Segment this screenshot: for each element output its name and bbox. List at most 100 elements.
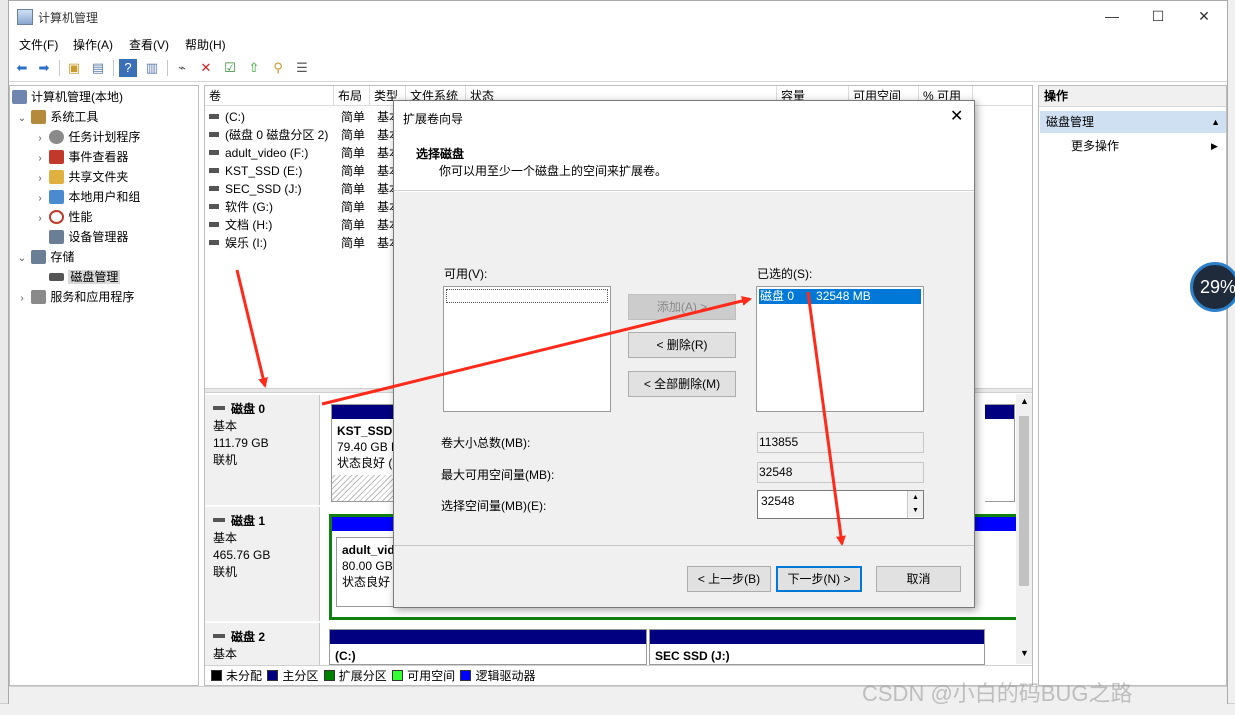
disk-0-info[interactable]: 磁盘 0 基本 111.79 GB 联机 xyxy=(205,395,320,505)
chevron-down-icon[interactable]: ⌄ xyxy=(16,249,28,269)
chevron-right-icon[interactable]: › xyxy=(34,149,46,169)
tree-item-services-apps[interactable]: › 服务和应用程序 xyxy=(16,287,134,307)
submenu-arrow-icon[interactable]: ▶ xyxy=(1211,136,1218,156)
chevron-right-icon[interactable]: › xyxy=(16,289,28,309)
total-size-label: 卷大小总数(MB): xyxy=(441,436,531,450)
tree-item-disk-management[interactable]: 磁盘管理 xyxy=(34,267,121,287)
spin-down-icon[interactable]: ▼ xyxy=(908,504,923,517)
cancel-button[interactable]: 取消 xyxy=(876,566,961,592)
forward-arrow-icon[interactable]: ➡ xyxy=(35,59,53,77)
folder-icon xyxy=(49,170,65,184)
scrollbar-thumb[interactable] xyxy=(1019,416,1029,586)
tree-item-device-manager[interactable]: 设备管理器 xyxy=(34,227,128,247)
scroll-up-icon[interactable]: ▲ xyxy=(1020,396,1029,406)
menu-action[interactable]: 操作(A) xyxy=(73,36,113,53)
tree-item-local-users[interactable]: › 本地用户和组 xyxy=(34,187,140,207)
disk-2-partition-c[interactable]: (C:) xyxy=(329,629,647,665)
disk-icon xyxy=(49,273,65,281)
column-volume[interactable]: 卷 xyxy=(205,86,334,106)
toolbar-separator xyxy=(59,60,60,76)
volume-icon xyxy=(209,168,219,173)
dialog-close-icon[interactable]: ✕ xyxy=(950,106,963,126)
menu-help[interactable]: 帮助(H) xyxy=(185,36,226,53)
volume-row[interactable]: (C:) 简单 基本 xyxy=(205,108,401,126)
volume-row[interactable]: adult_video (F:) 简单 基本 xyxy=(205,144,401,162)
up-folder-icon[interactable]: ▣ xyxy=(65,59,83,77)
selected-label: 已选的(S): xyxy=(757,267,813,281)
tree-item-computer-management[interactable]: 计算机管理(本地) xyxy=(12,87,123,107)
minimize-button[interactable]: — xyxy=(1089,5,1135,27)
volume-row[interactable]: 软件 (G:) 简单 基本 xyxy=(205,198,401,216)
console-tree-icon[interactable]: ▤ xyxy=(89,59,107,77)
chevron-right-icon[interactable]: › xyxy=(34,189,46,209)
collapse-up-icon[interactable]: ▲ xyxy=(1211,111,1220,133)
total-size-value: 113855 xyxy=(757,432,924,453)
close-button[interactable]: ✕ xyxy=(1181,5,1227,27)
tree-item-event-viewer[interactable]: › 事件查看器 xyxy=(34,147,128,167)
connect-icon[interactable]: ⌁ xyxy=(173,59,191,77)
back-button[interactable]: < 上一步(B) xyxy=(687,566,771,592)
disk-0-partition-tail[interactable] xyxy=(985,404,1015,502)
help-icon[interactable]: ? xyxy=(119,59,137,77)
tree-item-performance[interactable]: › 性能 xyxy=(34,207,92,227)
disk-view-scrollbar[interactable]: ▲ ▼ xyxy=(1016,394,1032,664)
action-pane-icon[interactable]: ▥ xyxy=(143,59,161,77)
wizard-subheading: 你可以用至少一个磁盘上的空间来扩展卷。 xyxy=(439,164,668,178)
console-tree: 计算机管理(本地) ⌄ 系统工具 › 任务计划程序 › 事件查看器 › 共享文件… xyxy=(9,85,199,686)
volume-row[interactable]: 娱乐 (I:) 简单 基本 xyxy=(205,234,401,252)
legend-swatch-primary xyxy=(267,670,279,681)
menu-view[interactable]: 查看(V) xyxy=(129,36,169,53)
toolbar-separator xyxy=(167,60,168,76)
progress-badge: 29% xyxy=(1190,262,1235,312)
chevron-right-icon[interactable]: › xyxy=(34,129,46,149)
chevron-down-icon[interactable]: ⌄ xyxy=(16,109,28,129)
select-space-label: 选择空间量(MB)(E): xyxy=(441,499,547,513)
back-arrow-icon[interactable]: ⬅ xyxy=(13,59,31,77)
tree-item-system-tools[interactable]: ⌄ 系统工具 xyxy=(16,107,98,127)
volume-row[interactable]: 文档 (H:) 简单 基本 xyxy=(205,216,401,234)
event-icon xyxy=(49,150,65,164)
tree-item-task-scheduler[interactable]: › 任务计划程序 xyxy=(34,127,140,147)
tree-item-storage[interactable]: ⌄ 存储 xyxy=(16,247,74,267)
maximize-button[interactable]: ☐ xyxy=(1135,5,1181,27)
disk-2-partition-sec-ssd[interactable]: SEC SSD (J:) xyxy=(649,629,985,665)
actions-section-disk-management[interactable]: 磁盘管理 ▲ xyxy=(1040,111,1226,133)
column-layout[interactable]: 布局 xyxy=(334,86,370,106)
wizard-footer: < 上一步(B) 下一步(N) > 取消 xyxy=(394,545,974,607)
delete-icon[interactable]: ✕ xyxy=(197,59,215,77)
volume-row[interactable]: KST_SSD (E:) 简单 基本 xyxy=(205,162,401,180)
clock-icon xyxy=(49,130,65,144)
select-space-stepper[interactable]: 32548 ▲ ▼ xyxy=(757,490,924,519)
available-label: 可用(V): xyxy=(444,267,488,281)
volume-row[interactable]: SEC_SSD (J:) 简单 基本 xyxy=(205,180,401,198)
selected-disks-list[interactable]: 磁盘 0 32548 MB xyxy=(756,286,924,412)
disk-1-info[interactable]: 磁盘 1 基本 465.76 GB 联机 xyxy=(205,507,320,621)
volume-icon xyxy=(209,150,219,155)
available-disks-list[interactable] xyxy=(443,286,611,412)
chevron-right-icon[interactable]: › xyxy=(34,209,46,229)
services-icon xyxy=(31,290,47,304)
scroll-down-icon[interactable]: ▼ xyxy=(1020,648,1029,658)
remove-button[interactable]: < 删除(R) xyxy=(628,332,736,358)
properties-icon[interactable]: ☑ xyxy=(221,59,239,77)
volume-icon xyxy=(209,114,219,119)
list-view-icon[interactable]: ☰ xyxy=(293,59,311,77)
disk-2-info[interactable]: 磁盘 2 基本 xyxy=(205,623,320,665)
import-icon[interactable]: ⇧ xyxy=(245,59,263,77)
selected-disk-item[interactable]: 磁盘 0 32548 MB xyxy=(759,289,921,304)
search-icon[interactable]: ⚲ xyxy=(269,59,287,77)
volume-icon xyxy=(209,186,219,191)
title-bar: 计算机管理 — ☐ ✕ xyxy=(9,1,1227,32)
remove-all-button[interactable]: < 全部删除(M) xyxy=(628,371,736,397)
next-button[interactable]: 下一步(N) > xyxy=(776,566,862,592)
add-button[interactable]: 添加(A) > xyxy=(628,294,736,320)
tree-item-shared-folders[interactable]: › 共享文件夹 xyxy=(34,167,128,187)
volume-row[interactable]: (磁盘 0 磁盘分区 2) 简单 基本 xyxy=(205,126,401,144)
menu-file[interactable]: 文件(F) xyxy=(19,36,58,53)
volume-icon xyxy=(209,204,219,209)
tools-icon xyxy=(31,110,47,124)
more-actions-link[interactable]: 更多操作 xyxy=(1071,136,1119,156)
chevron-right-icon[interactable]: › xyxy=(34,169,46,189)
spin-up-icon[interactable]: ▲ xyxy=(908,491,923,504)
volume-icon xyxy=(209,222,219,227)
